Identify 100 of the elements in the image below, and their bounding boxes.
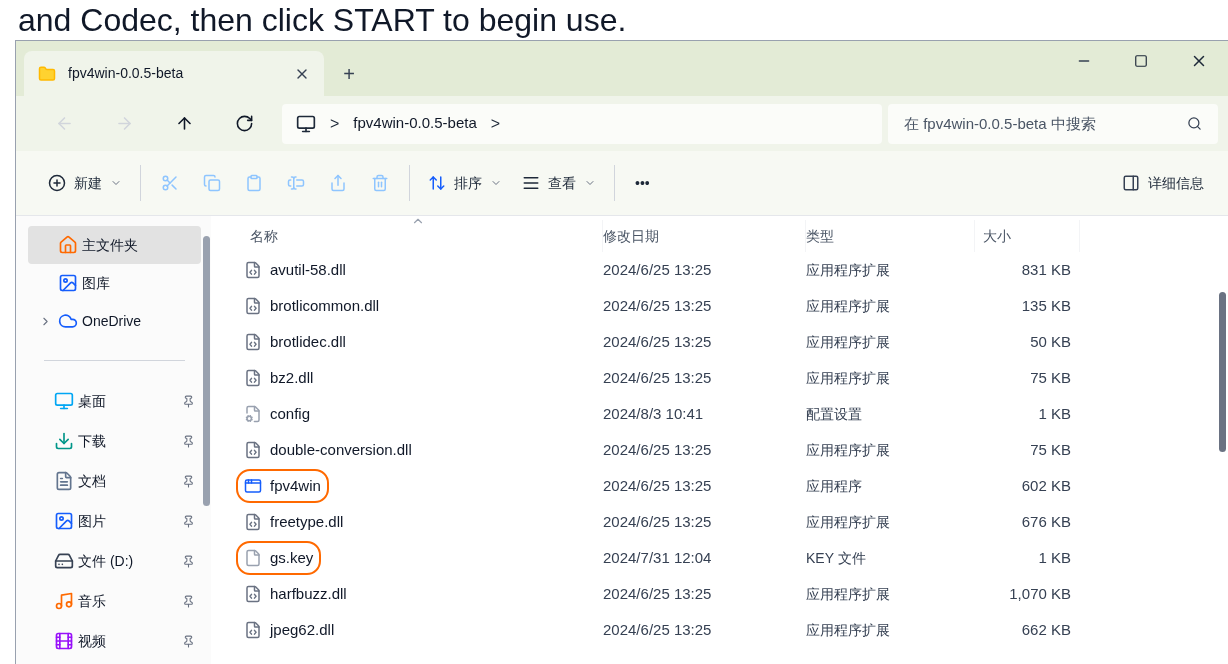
scrollbar-thumb[interactable] [1219,292,1226,452]
new-tab-button[interactable]: + [324,51,374,96]
monitor-icon [296,113,316,134]
dll-file-icon [244,297,262,315]
size-cell-text: 1 KB [1037,547,1071,568]
more-button[interactable]: ••• [623,165,662,201]
sidebar-item[interactable]: OneDrive [28,302,201,340]
file-name-cell[interactable]: bz2.dll [236,361,322,395]
size-cell-text: 662 KB [1020,619,1071,640]
type-cell-text: 应用程序扩展 [806,368,891,388]
breadcrumb-separator: > [490,113,501,134]
size-cell-text: 602 KB [1020,475,1071,496]
column-header[interactable]: 修改日期 [603,220,806,252]
drive-icon [54,551,74,571]
type-cell-text: 应用程序扩展 [806,584,891,604]
sidebar-item[interactable]: 主文件夹 [28,226,201,264]
file-name-cell[interactable]: fpv4win [236,469,329,503]
type-cell-text: 应用程序 [806,476,863,496]
config-file-icon [244,405,262,423]
pin-icon [182,514,195,528]
date-cell-text: 2024/6/25 13:25 [603,583,713,604]
size-cell-text: 1,070 KB [1008,583,1071,604]
file-name-cell[interactable]: gs.key [236,541,322,575]
sidebar-item[interactable]: 图库 [28,264,201,302]
share-icon [329,174,347,192]
pin-icon [182,554,195,568]
type-cell-text: 应用程序扩展 [806,440,891,460]
file-name-cell[interactable]: brotlicommon.dll [236,289,388,323]
column-header[interactable]: 大小 [975,220,1080,252]
copy-icon [203,174,221,192]
home-icon [58,235,78,255]
date-cell-text: 2024/6/25 13:25 [603,619,713,640]
clipboard-icon [245,174,263,192]
breadcrumb-separator: > [330,113,340,134]
column-header[interactable]: 类型 [806,220,975,252]
date-cell-text: 2024/6/25 13:25 [603,475,713,496]
file-name-cell[interactable]: brotlidec.dll [236,325,354,359]
monitor-icon [54,391,74,411]
app-window-icon [244,477,262,495]
scrollbar-thumb[interactable] [202,236,210,506]
film-icon [54,631,74,651]
date-cell-text: 2024/8/3 10:41 [603,403,705,424]
sidebar-item[interactable]: 视频 [28,621,201,661]
column-header[interactable]: 名称 [236,220,603,252]
type-cell-text: KEY 文件 [806,548,867,568]
dll-file-icon [244,333,262,351]
type-cell-text: 配置设置 [806,404,863,424]
file-name-cell[interactable]: config [236,397,319,431]
details-pane-icon [1122,174,1140,192]
lines-icon [522,174,540,192]
folder-icon [38,64,56,83]
dll-file-icon [244,261,262,279]
cloud-icon [58,311,78,331]
details-button[interactable]: 详细信息 [1122,172,1204,194]
view-button[interactable]: 查看 [512,165,606,201]
date-cell-text: 2024/7/31 12:04 [603,547,713,568]
scissors-icon [161,174,179,192]
tab-title: fpv4win-0.0.5-beta [68,64,185,83]
file-name-cell[interactable]: harfbuzz.dll [236,577,355,611]
file-name-cell[interactable]: jpeg62.dll [236,613,343,647]
date-cell-text: 2024/6/25 13:25 [603,367,713,388]
sort-button[interactable]: 排序 [418,165,512,201]
sidebar-item[interactable]: 文档 [28,461,201,501]
dll-file-icon [244,513,262,531]
music-icon [54,591,74,611]
sort-icon [428,174,446,192]
maximize-icon[interactable] [1134,54,1148,68]
date-cell-text: 2024/6/25 13:25 [603,331,713,352]
window-tab[interactable]: fpv4win-0.0.5-beta [24,51,324,96]
size-cell-text: 1 KB [1037,403,1071,424]
address-field[interactable]: > fpv4win-0.0.5-beta > [282,103,882,144]
image-icon [54,511,74,531]
file-icon [244,549,262,567]
dll-file-icon [244,621,262,639]
sidebar-item[interactable]: 桌面 [28,381,201,421]
document-icon [54,471,74,491]
date-cell-text: 2024/6/25 13:25 [603,259,713,280]
sidebar-item[interactable]: 图片 [28,501,201,541]
date-cell-text: 2024/6/25 13:25 [603,439,713,460]
date-cell-text: 2024/6/25 13:25 [603,511,713,532]
type-cell-text: 应用程序扩展 [806,512,891,532]
sidebar-item[interactable]: 音乐 [28,581,201,621]
new-button[interactable]: 新建 [38,165,132,201]
date-cell-text: 2024/6/25 13:25 [603,295,713,316]
dll-file-icon [244,369,262,387]
dll-file-icon [244,441,262,459]
sidebar-item[interactable]: 下载 [28,421,201,461]
pin-icon [182,434,195,448]
file-name-cell[interactable]: avutil-58.dll [236,253,354,287]
breadcrumb-item[interactable]: fpv4win-0.0.5-beta [353,112,477,135]
caption-text: and Codec, then click START to begin use. [18,1,627,40]
file-name-cell[interactable]: double-conversion.dll [236,433,420,467]
pin-icon [182,594,195,608]
search-field[interactable]: 在 fpv4win-0.0.5-beta 中搜索 [888,103,1218,144]
size-cell-text: 75 KB [1029,367,1071,388]
size-cell-text: 50 KB [1029,331,1071,352]
size-cell-text: 831 KB [1020,259,1071,280]
type-cell-text: 应用程序扩展 [806,620,891,640]
file-name-cell[interactable]: freetype.dll [236,505,352,539]
sidebar-item[interactable]: 文件 (D:) [28,541,201,581]
